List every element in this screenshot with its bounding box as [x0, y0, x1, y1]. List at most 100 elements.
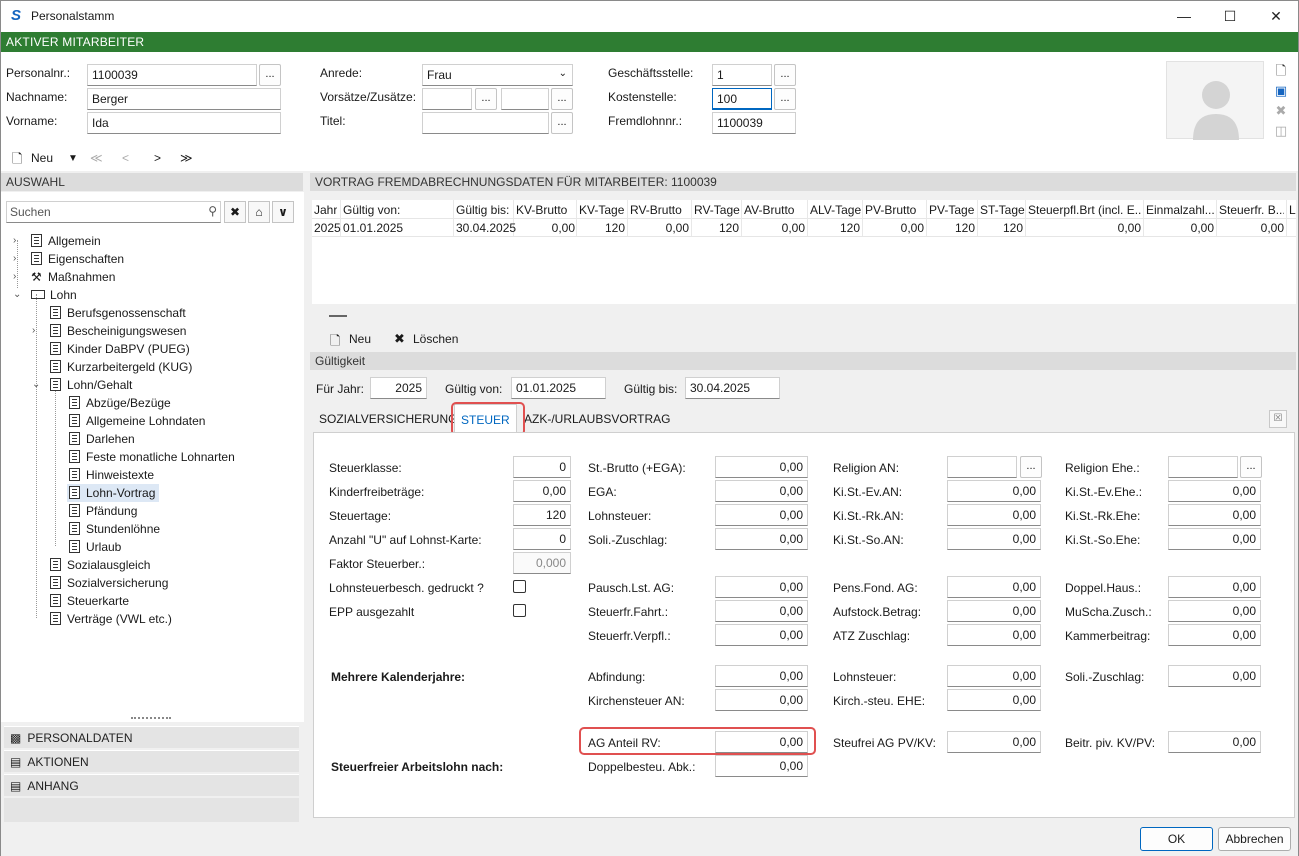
- soli-zuschlag-field[interactable]: 0,00: [715, 528, 808, 550]
- gueltig-bis-field[interactable]: 30.04.2025: [685, 377, 780, 399]
- grid-header-kv-tage[interactable]: KV-Tage: [579, 203, 624, 217]
- grid-header-pv-brutto[interactable]: PV-Brutto: [865, 203, 916, 217]
- splitter-grip[interactable]: [329, 315, 347, 317]
- doppel-haus-field[interactable]: 0,00: [1168, 576, 1261, 598]
- kist-ev-ehe-field[interactable]: 0,00: [1168, 480, 1261, 502]
- personalnr-field[interactable]: 1100039: [87, 64, 257, 86]
- geschaeftsstelle-field[interactable]: 1: [712, 64, 772, 86]
- epp-ausgezahlt-checkbox[interactable]: [513, 604, 526, 617]
- new-dropdown-arrow-icon[interactable]: ▼: [68, 153, 78, 164]
- grid-header-jahr[interactable]: Jahr: [314, 203, 337, 217]
- expand-icon[interactable]: ›: [32, 322, 35, 340]
- minimize-button[interactable]: —: [1161, 1, 1207, 32]
- home-button[interactable]: ⌂: [248, 201, 270, 223]
- kist-ev-an-field[interactable]: 0,00: [947, 480, 1041, 502]
- doppelbesteu-abk-field[interactable]: 0,00: [715, 755, 808, 777]
- expand-icon[interactable]: ›: [13, 268, 16, 286]
- muscha-zusch-field[interactable]: 0,00: [1168, 600, 1261, 622]
- expand-icon[interactable]: ›: [13, 250, 16, 268]
- kist-rk-an-field[interactable]: 0,00: [947, 504, 1041, 526]
- collapse-icon[interactable]: ⌄: [32, 376, 40, 394]
- kist-rk-ehe-field[interactable]: 0,00: [1168, 504, 1261, 526]
- tree-item-lohn-vortrag[interactable]: Lohn-Vortrag: [67, 484, 160, 502]
- vorname-field[interactable]: Ida: [87, 112, 281, 134]
- titel-lookup-button[interactable]: ...: [551, 112, 573, 134]
- zusatz-lookup-button[interactable]: ...: [551, 88, 573, 110]
- table-row[interactable]: 2025 01.01.2025 30.04.2025 0,00 120 0,00…: [312, 218, 1296, 236]
- vorsatz-lookup-button[interactable]: ...: [475, 88, 497, 110]
- grid-header-pv-tage[interactable]: PV-Tage: [929, 203, 974, 217]
- steuertage-field[interactable]: 120: [513, 504, 571, 526]
- grid-header-av-brutto[interactable]: AV-Brutto: [744, 203, 794, 217]
- previous-record-button[interactable]: <: [122, 151, 129, 165]
- delete-photo-icon[interactable]: ✖: [1273, 103, 1289, 119]
- tree-item-hinweistexte[interactable]: Hinweistexte: [69, 466, 154, 484]
- kist-so-ehe-field[interactable]: 0,00: [1168, 528, 1261, 550]
- grid-header-l[interactable]: L: [1289, 203, 1296, 217]
- abfindung-field[interactable]: 0,00: [715, 665, 808, 687]
- tree-item-allgemeine-lohndaten[interactable]: Allgemeine Lohndaten: [69, 412, 205, 430]
- tree-item-urlaub[interactable]: Urlaub: [69, 538, 121, 556]
- collapse-icon[interactable]: ⌄: [13, 286, 21, 304]
- tree-item-massnahmen[interactable]: › ⚒ Maßnahmen: [13, 268, 115, 286]
- tree-item-bescheinigungswesen[interactable]: › Bescheinigungswesen: [32, 322, 186, 340]
- lohnsteuer-field[interactable]: 0,00: [715, 504, 808, 526]
- steuerklasse-field[interactable]: 0: [513, 456, 571, 478]
- tree-item-abzuege-bezuege[interactable]: Abzüge/Bezüge: [69, 394, 171, 412]
- panel-resize-grip[interactable]: [131, 717, 171, 719]
- atz-zuschlag-field[interactable]: 0,00: [947, 624, 1041, 646]
- grid-header-kv-brutto[interactable]: KV-Brutto: [516, 203, 567, 217]
- accordion-personaldaten[interactable]: ▩ PERSONALDATEN: [4, 726, 299, 748]
- beitr-piv-kv-pv-field[interactable]: 0,00: [1168, 731, 1261, 753]
- kinderfreibetraege-field[interactable]: 0,00: [513, 480, 571, 502]
- grid-header-rv-brutto[interactable]: RV-Brutto: [630, 203, 682, 217]
- tree-item-eigenschaften[interactable]: › Eigenschaften: [13, 250, 124, 268]
- grid-header-steuerfr-b[interactable]: Steuerfr. B...: [1219, 203, 1284, 217]
- tree-item-sozialausgleich[interactable]: Sozialausgleich: [50, 556, 150, 574]
- mk-soli-zuschlag-field[interactable]: 0,00: [1168, 665, 1261, 687]
- grid-header-einmalzahl[interactable]: Einmalzahl...: [1146, 203, 1214, 217]
- grid-header-gueltig-von[interactable]: Gültig von:: [343, 203, 400, 217]
- tree-search-input[interactable]: Suchen ⚲: [6, 201, 221, 223]
- first-record-button[interactable]: ≪: [90, 151, 103, 165]
- tree-item-vertraege[interactable]: Verträge (VWL etc.): [50, 610, 172, 628]
- delete-entry-button[interactable]: Löschen: [413, 332, 458, 346]
- grid-header-gueltig-bis[interactable]: Gültig bis:: [456, 203, 509, 217]
- pens-fond-field[interactable]: 0,00: [947, 576, 1041, 598]
- next-record-button[interactable]: >: [154, 151, 161, 165]
- tree-item-lohn[interactable]: ⌄ Lohn: [13, 286, 77, 304]
- grid-header-st-tage[interactable]: ST-Tage: [980, 203, 1025, 217]
- anrede-select[interactable]: Frau ⌄: [422, 64, 573, 86]
- nachname-field[interactable]: Berger: [87, 88, 281, 110]
- zusatz-field[interactable]: [501, 88, 549, 110]
- collapse-all-button[interactable]: ∨: [272, 201, 294, 223]
- personalnr-lookup-button[interactable]: ...: [259, 64, 281, 86]
- kirch-steu-ehe-field[interactable]: 0,00: [947, 689, 1041, 711]
- tree-item-steuerkarte[interactable]: Steuerkarte: [50, 592, 129, 610]
- kostenstelle-field[interactable]: 100: [712, 88, 772, 110]
- kist-so-an-field[interactable]: 0,00: [947, 528, 1041, 550]
- tree-item-lohn-gehalt[interactable]: ⌄ Lohn/Gehalt: [32, 376, 132, 394]
- accordion-aktionen[interactable]: ▤ AKTIONEN: [4, 750, 299, 772]
- clear-search-button[interactable]: ✖: [224, 201, 246, 223]
- lohnsteuerbesch-checkbox[interactable]: [513, 580, 526, 593]
- tree-item-kinder-dabpv[interactable]: Kinder DaBPV (PUEG): [50, 340, 190, 358]
- tab-close-button[interactable]: ☒: [1269, 410, 1287, 428]
- camera-icon[interactable]: ▣: [1273, 83, 1289, 99]
- religion-ehe-field[interactable]: [1168, 456, 1238, 478]
- tree-item-stundenloehne[interactable]: Stundenlöhne: [69, 520, 160, 538]
- religion-an-field[interactable]: [947, 456, 1017, 478]
- vorsatz-field[interactable]: [422, 88, 472, 110]
- steufrei-ag-pv-kv-field[interactable]: 0,00: [947, 731, 1041, 753]
- new-entry-button[interactable]: Neu: [349, 332, 371, 346]
- tree-item-pfaendung[interactable]: Pfändung: [69, 502, 137, 520]
- geschaeftsstelle-lookup-button[interactable]: ...: [774, 64, 796, 86]
- expand-icon[interactable]: ›: [13, 232, 16, 250]
- tree-item-sozialversicherung[interactable]: Sozialversicherung: [50, 574, 168, 592]
- kirchensteuer-an-field[interactable]: 0,00: [715, 689, 808, 711]
- ok-button[interactable]: OK: [1140, 827, 1213, 851]
- pausch-lst-field[interactable]: 0,00: [715, 576, 808, 598]
- save-photo-icon[interactable]: ◫: [1273, 123, 1289, 139]
- tab-azk-urlaubsvortrag[interactable]: AZK-/URLAUBSVORTRAG: [518, 404, 676, 432]
- st-brutto-field[interactable]: 0,00: [715, 456, 808, 478]
